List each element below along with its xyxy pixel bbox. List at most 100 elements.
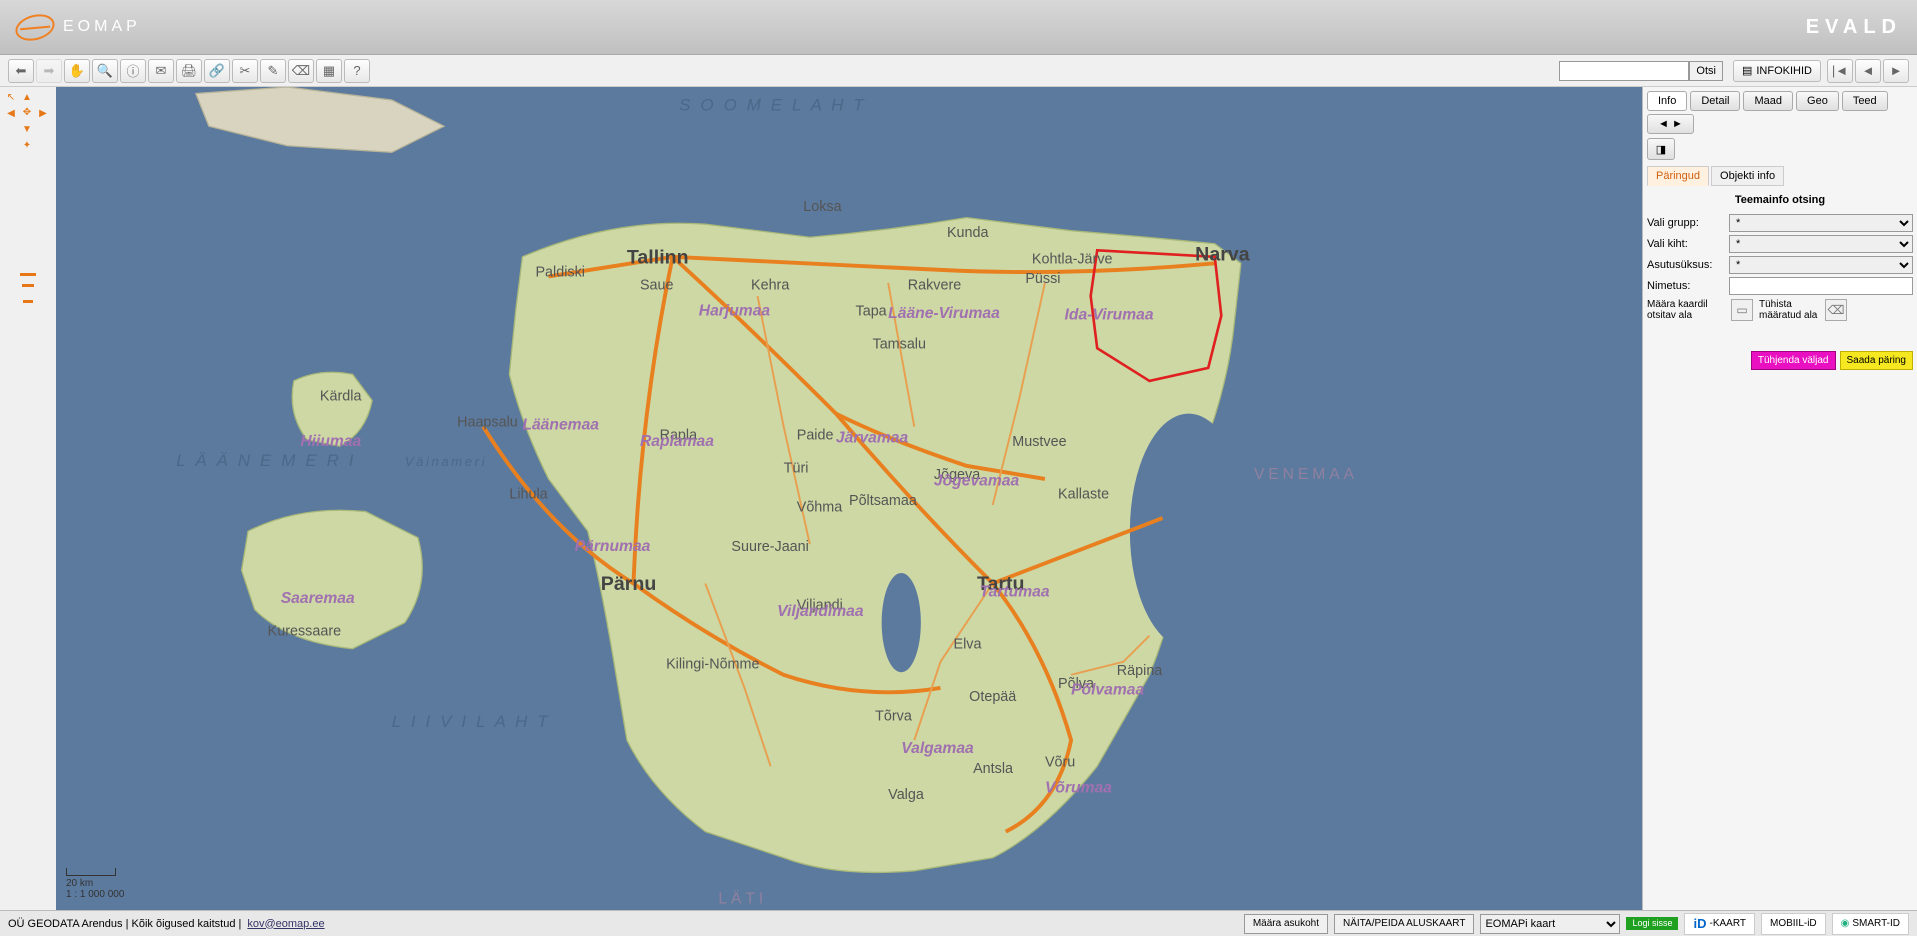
nav-first-icon[interactable]: |◄: [1827, 59, 1853, 83]
id-card-icon: iD: [1693, 916, 1706, 931]
city-narva: Narva: [1195, 244, 1251, 266]
city-kilingi: Kilingi-Nõmme: [666, 656, 759, 672]
zoom-slider[interactable]: ▬: [4, 273, 52, 306]
input-nimetus[interactable]: [1729, 277, 1913, 295]
mail-icon[interactable]: ✉: [148, 59, 174, 83]
collapse-panel-icon[interactable]: ◨: [1647, 138, 1675, 160]
region-raplamaa: Raplamaa: [640, 433, 714, 450]
region-tartumaa: Tartumaa: [980, 583, 1050, 600]
tab-nav[interactable]: ◄ ►: [1647, 114, 1694, 134]
city-elva: Elva: [954, 637, 982, 653]
region-jogevamaa: Jõgevamaa: [934, 472, 1020, 489]
tab-geo[interactable]: Geo: [1796, 91, 1839, 111]
city-lihula: Lihula: [509, 487, 547, 503]
city-valga: Valga: [888, 787, 924, 803]
logo-text: EOMAP: [63, 18, 141, 36]
region-saaremaa: Saaremaa: [281, 590, 355, 607]
label-lati: LÄTI: [718, 889, 767, 907]
city-tamsalu: Tamsalu: [873, 336, 926, 352]
search-button[interactable]: Otsi: [1689, 61, 1723, 81]
city-kuressaare: Kuressaare: [268, 624, 341, 640]
draw-area-icon[interactable]: ▭: [1731, 299, 1753, 321]
pan-nw-icon[interactable]: ↖: [4, 91, 18, 105]
tab-maad[interactable]: Maad: [1743, 91, 1793, 111]
zoom-icon[interactable]: 🔍: [92, 59, 118, 83]
tab-detail[interactable]: Detail: [1690, 91, 1740, 111]
pan-icon[interactable]: ✋: [64, 59, 90, 83]
city-torva: Tõrva: [875, 709, 912, 725]
basemap-select[interactable]: EOMAPi kaart: [1480, 914, 1620, 934]
lake-vortsjarv: [882, 573, 921, 672]
region-harjumaa: Harjumaa: [699, 303, 771, 320]
footer-email-link[interactable]: kov@eomap.ee: [247, 918, 324, 930]
tab-teed[interactable]: Teed: [1842, 91, 1888, 111]
info-icon[interactable]: ⓘ: [120, 59, 146, 83]
image-icon[interactable]: ▦: [316, 59, 342, 83]
zoom-extent-icon[interactable]: ✦: [20, 139, 34, 153]
pan-center-icon[interactable]: ✥: [20, 107, 34, 121]
select-kiht[interactable]: *: [1729, 235, 1913, 253]
subtab-paringud[interactable]: Päringud: [1647, 166, 1709, 186]
clear-fields-button[interactable]: Tühjenda väljad: [1751, 351, 1836, 370]
measure-icon[interactable]: ✂: [232, 59, 258, 83]
label-kiht: Vali kiht:: [1647, 238, 1725, 250]
app-header: EOMAP EVALD: [0, 0, 1917, 55]
back-icon[interactable]: ⬅: [8, 59, 34, 83]
city-suure: Suure-Jaani: [731, 539, 808, 555]
forward-icon[interactable]: ➡: [36, 59, 62, 83]
region-valgamaa: Valgamaa: [901, 740, 974, 757]
region-laanemaa: Läänemaa: [522, 416, 599, 433]
city-parnu: Pärnu: [601, 573, 656, 595]
nav-prev-icon[interactable]: ◄: [1855, 59, 1881, 83]
region-polvamaa: Põlvamaa: [1071, 681, 1144, 698]
erase-icon[interactable]: ⌫: [288, 59, 314, 83]
lake-peipsi: [1130, 414, 1248, 649]
draw-icon[interactable]: ✎: [260, 59, 286, 83]
region-parnumaa: Pärnumaa: [575, 538, 651, 555]
city-kohtla: Kohtla-Järve: [1032, 251, 1113, 267]
login-button[interactable]: Logi sisse: [1626, 917, 1678, 930]
map-svg: S O O M E L A H T L Ä Ä N E M E R I L I …: [56, 87, 1642, 910]
city-kehra: Kehra: [751, 277, 789, 293]
id-kaart-button[interactable]: iD-KAART: [1684, 913, 1755, 935]
toggle-basemap-button[interactable]: NÄITA/PEIDA ALUSKAART: [1334, 914, 1474, 934]
city-otepaa: Otepää: [969, 689, 1016, 705]
label-cancel-area: Tühista määratud ala: [1759, 299, 1819, 321]
link-icon[interactable]: 🔗: [204, 59, 230, 83]
pan-w-icon[interactable]: ◀: [4, 107, 18, 121]
panel-title: Teemainfo otsing: [1647, 194, 1913, 206]
city-poltsamaa: Põltsamaa: [849, 493, 917, 509]
subtab-objekti[interactable]: Objekti info: [1711, 166, 1784, 186]
city-rakvere: Rakvere: [908, 277, 961, 293]
label-liivi-laht: L I I V I L A H T: [392, 712, 551, 731]
send-query-button[interactable]: Saada päring: [1840, 351, 1914, 370]
infokihid-button[interactable]: ▤INFOKIHID: [1733, 60, 1821, 82]
city-rapina: Räpina: [1117, 663, 1163, 679]
scale-distance: 20 km: [66, 878, 124, 889]
tab-info[interactable]: Info: [1647, 91, 1687, 111]
left-nav-pad: ↖ ▲ ◀ ✥ ▶ ▼ ✦ ▬: [0, 87, 56, 910]
right-panel: Info Detail Maad Geo Teed ◄ ► ◨ Päringud…: [1642, 87, 1917, 910]
pan-e-icon[interactable]: ▶: [36, 107, 50, 121]
select-asutus[interactable]: *: [1729, 256, 1913, 274]
cancel-area-icon[interactable]: ⌫: [1825, 299, 1847, 321]
city-vohma: Võhma: [797, 500, 843, 516]
scale-ratio: 1 : 1 000 000: [66, 889, 124, 900]
pan-s-icon[interactable]: ▼: [20, 123, 34, 137]
print-icon[interactable]: 🖨: [176, 59, 202, 83]
smart-id-icon: ◉: [1841, 918, 1850, 929]
select-grupp[interactable]: *: [1729, 214, 1913, 232]
nav-next-icon[interactable]: ►: [1883, 59, 1909, 83]
locate-button[interactable]: Määra asukoht: [1244, 914, 1328, 934]
pan-n-icon[interactable]: ▲: [20, 91, 34, 105]
city-voru: Võru: [1045, 754, 1075, 770]
help-icon[interactable]: ?: [344, 59, 370, 83]
region-ida-viru: Ida-Virumaa: [1065, 307, 1154, 324]
city-pussi: Püssi: [1025, 271, 1060, 287]
city-kunda: Kunda: [947, 225, 989, 241]
mobiil-id-button[interactable]: MOBIIL-iD: [1761, 913, 1826, 935]
smart-id-button[interactable]: ◉SMART-ID: [1832, 913, 1909, 935]
map-canvas[interactable]: S O O M E L A H T L Ä Ä N E M E R I L I …: [56, 87, 1642, 910]
search-input[interactable]: [1559, 61, 1689, 81]
layers-icon: ▤: [1742, 64, 1752, 77]
